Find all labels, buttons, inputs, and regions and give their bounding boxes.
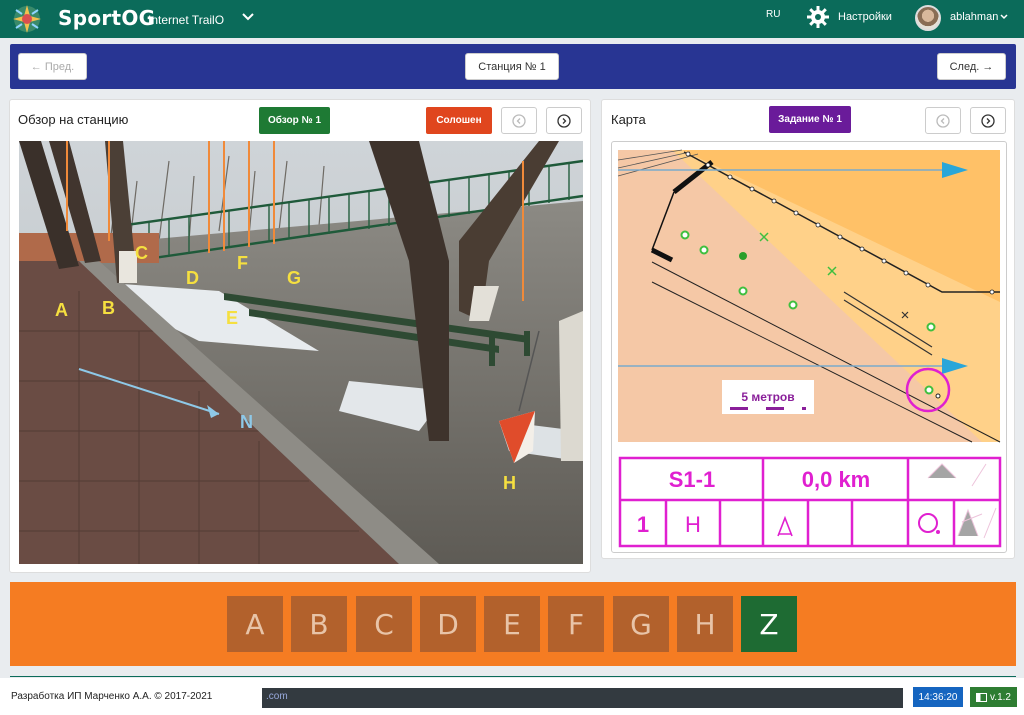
brand-title[interactable]: SportOG [58,6,155,30]
control-symbol-icon [918,513,940,534]
answer-bar: A B C D E F G H Z [10,582,1016,666]
window-icon [976,692,988,702]
clock-badge: 14:36:20 [913,687,963,707]
copyright-text: Разработка ИП Марченко А.А. © 2017-2021 [11,691,213,702]
language-switch[interactable]: RU [766,9,780,20]
answer-button-h[interactable]: H [677,596,733,652]
next-station-button[interactable]: След. → [937,53,1006,80]
answer-button-e[interactable]: E [484,596,540,652]
photo-label-b: B [102,298,115,318]
brand-subtitle[interactable]: Internet TrailO [148,13,224,27]
avatar[interactable] [915,5,941,31]
control-row-number: 1 [637,512,649,537]
top-navbar: SportOG Internet TrailO RU Настройки abl… [0,0,1024,38]
photo-label-f: F [237,253,248,273]
next-task-button[interactable] [970,107,1006,134]
user-menu[interactable]: ablahman [950,11,998,23]
answer-button-g[interactable]: G [613,596,669,652]
version-badge[interactable]: v.1.2 [970,687,1017,707]
zero-answer-tag[interactable]: Солошен [426,107,492,134]
map-scale-label: 5 метров [741,390,794,404]
map-image: 5 метров S1-1 0,0 km 1 H [611,141,1007,553]
answer-button-d[interactable]: D [420,596,476,652]
previous-task-button[interactable] [925,107,961,134]
next-view-button[interactable] [546,107,582,134]
station-number-button[interactable]: Станция № 1 [465,53,559,80]
orienteering-map: 5 метров S1-1 0,0 km 1 H [617,149,1002,548]
photo-label-g: G [287,268,301,288]
control-row-letter: H [685,512,701,537]
photo-label-e: E [226,308,238,328]
answer-button-b[interactable]: B [291,596,347,652]
panel-title: Обзор на станцию [18,112,129,127]
settings-link[interactable]: Настройки [838,11,892,23]
footer: Разработка ИП Марченко А.А. © 2017-2021 … [0,678,1024,715]
answer-button-z[interactable]: Z [741,596,797,652]
chevron-left-icon [512,113,526,128]
chevron-down-icon[interactable] [240,9,256,25]
photo-label-d: D [186,268,199,288]
map-panel: Карта Задание № 1 5 метров S1-1 0,0 km 1… [601,99,1015,559]
course-distance: 0,0 km [802,467,871,492]
answer-button-f[interactable]: F [548,596,604,652]
previous-station-button[interactable]: ← Пред. [18,53,87,80]
chevron-right-icon [981,113,995,128]
task-number-tag[interactable]: Задание № 1 [769,106,851,133]
station-navigation-bar: ← Пред. Станция № 1 След. → [10,44,1016,89]
gear-icon[interactable] [806,5,830,29]
station-label: Станция № 1 [478,60,546,73]
photo-label-h: H [503,473,516,493]
photo-label-c: C [135,243,148,263]
station-photo: A B C D E F G H N [19,141,583,564]
photo-label-a: A [55,300,68,320]
station-overview-panel: Обзор на станцию Обзор № 1 Солошен A B C… [9,99,591,573]
answer-button-a[interactable]: A [227,596,283,652]
flag-symbol-icon [777,515,793,537]
chevron-left-icon [936,113,950,128]
answer-button-c[interactable]: C [356,596,412,652]
view-number-tag[interactable]: Обзор № 1 [259,107,330,134]
version-label: v.1.2 [990,691,1011,703]
control-code: S1-1 [669,467,715,492]
photo-label-n: N [240,412,253,432]
chevron-down-icon[interactable] [999,12,1009,22]
status-console: .com [262,688,903,708]
sportog-logo-icon[interactable] [10,2,44,36]
panel-title: Карта [611,112,646,127]
chevron-right-icon [557,113,571,128]
footer-divider [10,676,1016,677]
previous-view-button[interactable] [501,107,537,134]
